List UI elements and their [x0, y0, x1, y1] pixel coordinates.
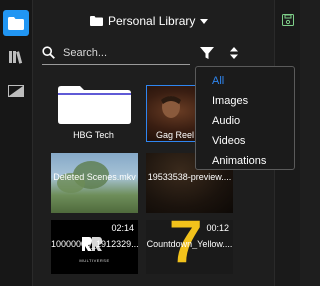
filter-option-images[interactable]: Images [196, 91, 294, 111]
logo-text: MULTIVERSE [79, 258, 110, 263]
sort-icon[interactable] [228, 45, 240, 61]
folder-thumbnail-icon [58, 86, 131, 124]
filter-option-all[interactable]: All [196, 71, 294, 91]
folder-icon [8, 16, 24, 30]
filter-option-audio[interactable]: Audio [196, 111, 294, 131]
media-item-name: 19533538-preview.... [147, 172, 232, 182]
transitions-tab[interactable] [3, 78, 29, 104]
media-item-name: HBG Tech [73, 130, 114, 140]
search-input[interactable] [63, 46, 183, 59]
duration-label: 00:12 [206, 223, 229, 233]
folder-icon [90, 16, 103, 26]
filter-option-videos[interactable]: Videos [196, 131, 294, 151]
duration-label: 02:14 [111, 223, 134, 233]
filter-option-animations[interactable]: Animations [196, 151, 294, 171]
search-icon [42, 46, 55, 59]
library-selector[interactable]: Personal Library [90, 13, 209, 29]
scene-image [161, 96, 181, 118]
chevron-down-icon [200, 18, 209, 24]
library-icon [9, 51, 23, 64]
media-item-name: Deleted Scenes.mkv [53, 172, 136, 182]
filter-icon[interactable] [199, 45, 215, 61]
media-item-name: Countdown_Yellow.... [146, 239, 233, 249]
save-icon[interactable] [282, 14, 294, 26]
media-folder-tab[interactable] [3, 10, 29, 36]
scene-image [57, 161, 109, 193]
transition-icon [8, 85, 24, 97]
left-rail [0, 0, 33, 286]
filter-dropdown: All Images Audio Videos Animations [195, 66, 295, 170]
media-item-name: 10000000_1912329... [51, 239, 138, 249]
library-name: Personal Library [108, 14, 196, 28]
media-thumbnail [51, 153, 138, 213]
library-tab[interactable] [3, 44, 29, 70]
search-bar [42, 41, 190, 65]
